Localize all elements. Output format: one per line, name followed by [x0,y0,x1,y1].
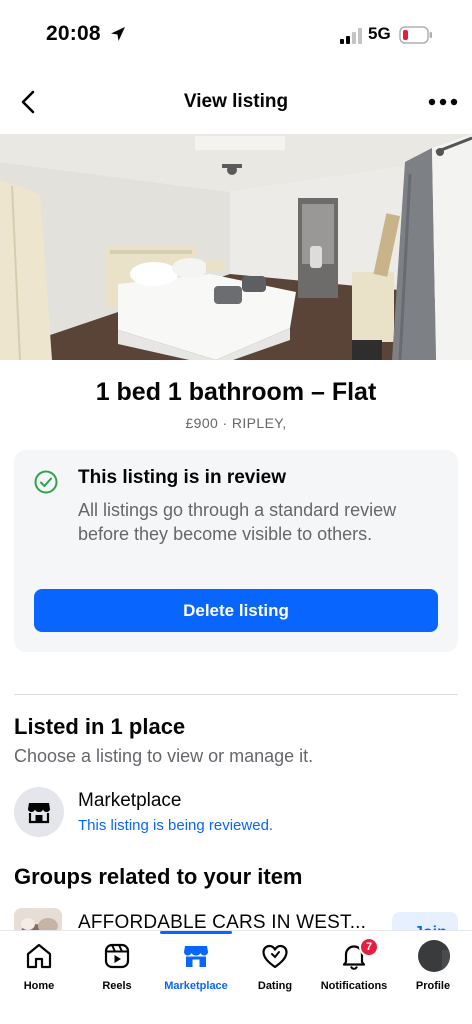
bedroom-photo-image [0,134,472,360]
tab-profile[interactable]: Profile [394,931,472,1024]
check-circle-icon [34,470,58,494]
signal-icon [340,28,362,44]
section-divider [14,694,458,695]
page-title: View listing [183,91,289,112]
review-status-card: This listing is in review All listings g… [14,450,458,652]
bottom-tab-bar: Home Reels Marketplace Dating 7 Notifica… [0,930,472,1024]
tab-home[interactable]: Home [0,931,78,1024]
marketplace-listing-name[interactable]: Marketplace [78,790,182,812]
tab-reels[interactable]: Reels [78,931,156,1024]
battery-low-icon [399,26,432,44]
tab-dating[interactable]: Dating [236,931,314,1024]
tab-profile-label: Profile [415,980,451,992]
notification-count-badge: 7 [359,937,379,957]
delete-listing-button[interactable]: Delete listing [34,589,438,632]
listed-subheading: Choose a listing to view or manage it. [14,746,314,766]
listing-title: 1 bed 1 bathroom – Flat [95,378,377,406]
marketplace-listing-icon[interactable] [14,787,64,837]
dating-heart-icon [262,944,288,969]
review-description: All listings go through a standard revie… [78,500,397,544]
marketplace-listing-status: This listing is being reviewed. [78,817,274,834]
groups-heading: Groups related to your item [14,864,303,889]
tab-notifications[interactable]: 7 Notifications [315,931,393,1024]
reels-icon [104,943,130,969]
more-dots-icon[interactable] [428,98,458,106]
listing-photo[interactable] [0,134,472,360]
review-title: This listing is in review [78,467,286,488]
listed-heading: Listed in 1 place [14,714,186,739]
listing-price-location: £900 · RIPLEY, [185,415,287,431]
home-icon [26,943,52,969]
status-time: 20:08 [46,22,101,45]
tab-marketplace[interactable]: Marketplace [157,931,235,1024]
location-arrow-icon [111,27,125,41]
marketplace-icon [184,946,208,967]
profile-photo-image [442,950,450,972]
marketplace-icon [28,803,50,824]
status-bar: 20:08 5G [0,0,472,70]
nav-header: View listing [0,70,472,134]
profile-avatar [418,940,450,972]
network-type: 5G [368,24,391,43]
